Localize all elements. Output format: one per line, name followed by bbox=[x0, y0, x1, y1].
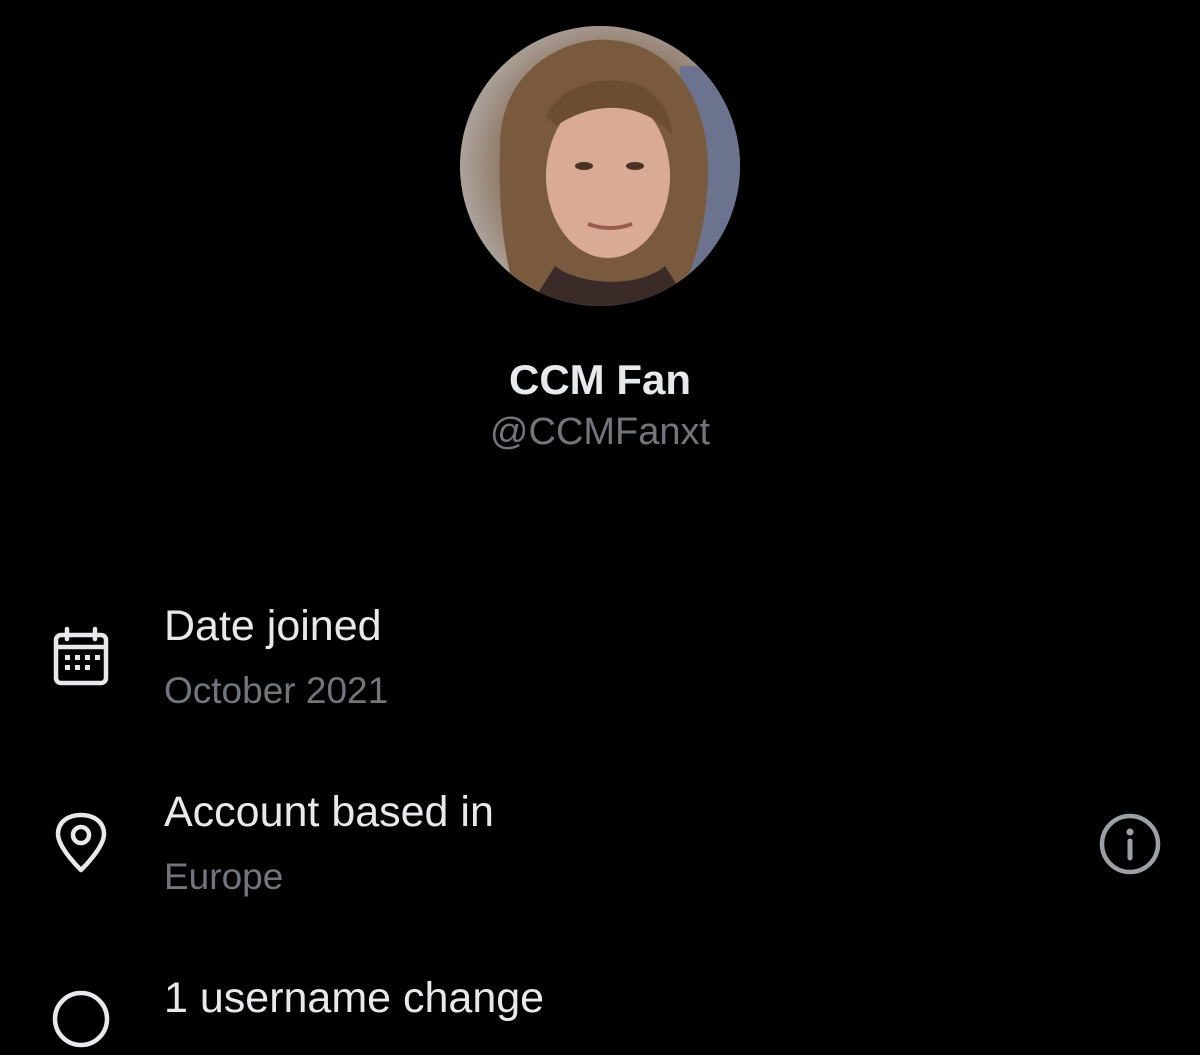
info-icon[interactable] bbox=[1098, 812, 1162, 876]
account-based-in-label: Account based in bbox=[164, 788, 494, 836]
location-pin-icon bbox=[50, 812, 112, 874]
date-joined-label: Date joined bbox=[164, 602, 382, 650]
username-change-label: 1 username change bbox=[164, 974, 545, 1022]
profile-handle: @CCMFanxt bbox=[489, 411, 711, 453]
profile-avatar[interactable] bbox=[460, 26, 740, 306]
date-joined-value: October 2021 bbox=[164, 670, 389, 711]
profile-display-name: CCM Fan bbox=[509, 356, 691, 403]
username-change-icon bbox=[50, 988, 112, 1050]
calendar-icon bbox=[50, 626, 112, 688]
account-based-in-value: Europe bbox=[164, 856, 284, 897]
